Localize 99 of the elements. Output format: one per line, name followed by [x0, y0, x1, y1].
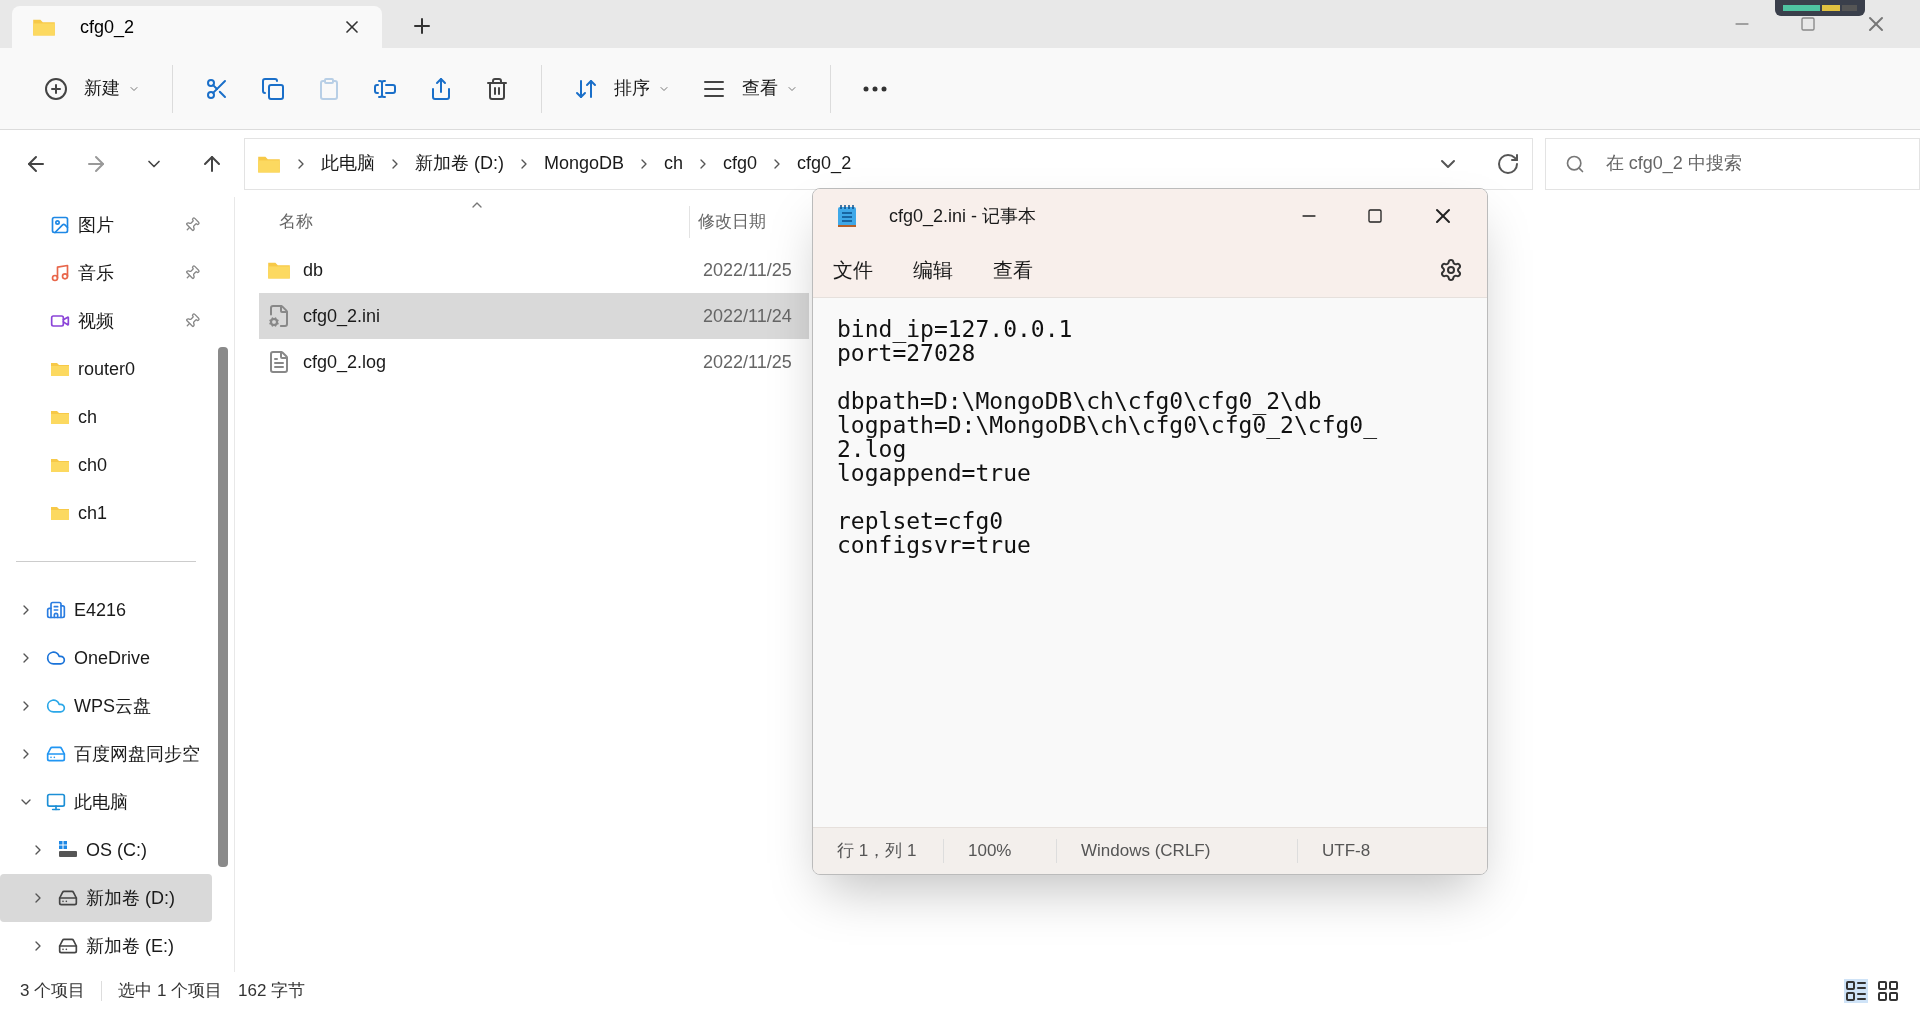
settings-icon[interactable] — [1439, 258, 1463, 282]
toolbar-button[interactable]: 查看 — [686, 64, 814, 113]
search-field[interactable]: 在 cfg0_2 中搜索 — [1544, 137, 1920, 190]
details-view-icon[interactable] — [1844, 979, 1868, 1003]
text-line: dbpath=D:\MongoDB\ch\cfg0\cfg0_2\db — [837, 389, 1323, 413]
tree-item[interactable]: 新加卷 (E:) — [0, 922, 212, 970]
notepad-icon — [837, 204, 857, 228]
column-header[interactable]: 修改日期 — [698, 209, 766, 235]
tree-item-label: 新加卷 (D:) — [86, 886, 175, 910]
status-text: 162 字节 — [238, 980, 306, 1003]
tree-item-label: 此电脑 — [74, 790, 128, 814]
file-row[interactable]: db 2022/11/25 — [259, 247, 809, 293]
tab-title: cfg0_2 — [80, 15, 136, 40]
breadcrumb-item[interactable]: 此电脑 — [321, 150, 375, 177]
file-name: db — [303, 258, 325, 282]
search-icon — [1564, 153, 1585, 174]
tree-item-label: OS (C:) — [86, 838, 147, 862]
text-file-icon — [267, 350, 291, 374]
quick-access-item[interactable]: ch0 — [0, 441, 212, 489]
tree-item[interactable]: E4216 — [0, 586, 212, 634]
column-header[interactable]: 名称 — [279, 209, 689, 235]
more-icon — [863, 85, 887, 92]
meter-widget-icon — [1775, 0, 1865, 16]
file-row[interactable]: cfg0_2.ini 2022/11/24 — [259, 293, 809, 339]
quick-access-label: 音乐 — [78, 261, 115, 285]
drive-icon — [46, 744, 66, 764]
quick-access-label: ch — [78, 405, 98, 429]
tree-item-label: WPS云盘 — [74, 694, 151, 718]
quick-access-item[interactable]: ch — [0, 393, 212, 441]
quick-access-label: router0 — [78, 357, 137, 381]
tree-item[interactable]: OS (C:) — [0, 826, 212, 874]
file-date: 2022/11/24 — [703, 304, 792, 328]
config-file-icon — [267, 304, 291, 328]
quick-access-item[interactable]: router0 — [0, 345, 212, 393]
status-text: 100% — [967, 840, 1013, 863]
text-line: port=27028 — [837, 341, 976, 365]
quick-access-item[interactable]: 音乐 — [0, 249, 212, 297]
drive-icon — [58, 936, 78, 956]
cloud-icon — [46, 648, 66, 668]
quick-access-label: 视频 — [78, 309, 115, 333]
folder-icon — [32, 17, 56, 37]
toolbar-button[interactable]: 新建 — [28, 64, 156, 113]
menu-item[interactable]: 编辑 — [913, 255, 953, 285]
toolbar-button[interactable]: 排序 — [558, 64, 686, 113]
quick-access-label: ch0 — [78, 453, 109, 477]
file-name: cfg0_2.ini — [303, 304, 382, 329]
folder-tab[interactable]: cfg0_2 — [12, 6, 382, 48]
text-line: configsvr=true — [837, 533, 1032, 557]
breadcrumb-item[interactable]: 新加卷 (D:) — [415, 150, 504, 177]
status-text: Windows (CRLF) — [1080, 840, 1212, 863]
music-icon — [50, 263, 70, 283]
tree-item[interactable]: WPS云盘 — [0, 682, 212, 730]
status-text: 3 个项目 — [20, 980, 86, 1003]
file-name: cfg0_2.log — [303, 350, 388, 375]
breadcrumb-item[interactable]: cfg0 — [723, 150, 758, 177]
cloud-icon — [46, 696, 66, 716]
tree-item-label: OneDrive — [74, 646, 151, 670]
maximize-icon[interactable] — [1367, 208, 1383, 224]
building-icon — [46, 600, 66, 620]
text-line: bind_ip=127.0.0.1 — [837, 317, 1074, 341]
tree-item[interactable]: 新加卷 (D:) — [0, 874, 212, 922]
tree-item-label: 新加卷 (E:) — [86, 934, 174, 958]
share-icon — [429, 76, 453, 101]
tiles-view-icon[interactable] — [1876, 979, 1900, 1003]
scissors-icon — [205, 76, 229, 101]
quick-access-item[interactable]: 图片 — [0, 201, 212, 249]
status-text: UTF-8 — [1321, 840, 1372, 863]
file-date: 2022/11/25 — [703, 258, 792, 282]
breadcrumb-item[interactable]: cfg0_2 — [797, 150, 852, 177]
tree-item[interactable]: OneDrive — [0, 634, 212, 682]
quick-access-item[interactable]: ch1 — [0, 489, 212, 537]
refresh-icon[interactable] — [1495, 151, 1520, 176]
status-text: 选中 1 个项目 — [118, 980, 223, 1003]
file-row[interactable]: cfg0_2.log 2022/11/25 — [259, 339, 809, 385]
tree-item-label: 百度网盘同步空 — [74, 742, 200, 766]
tree-item[interactable]: 百度网盘同步空 — [0, 730, 212, 778]
system-drive-icon — [58, 840, 78, 860]
picture-icon — [50, 215, 70, 235]
menu-item[interactable]: 文件 — [833, 255, 873, 285]
file-date: 2022/11/25 — [703, 350, 792, 374]
quick-access-label: 图片 — [78, 213, 115, 237]
text-line: logappend=true — [837, 461, 1032, 485]
new-icon — [44, 76, 68, 101]
quick-access-item[interactable]: 视频 — [0, 297, 212, 345]
tree-item[interactable]: 此电脑 — [0, 778, 212, 826]
trash-icon — [485, 76, 509, 101]
breadcrumb-item[interactable]: MongoDB — [544, 150, 625, 177]
scrollbar-thumb[interactable] — [218, 347, 228, 867]
drive-icon — [58, 888, 78, 908]
status-text: 行 1，列 1 — [836, 840, 918, 863]
window-title: cfg0_2.ini - 记事本 — [889, 204, 1038, 229]
breadcrumb-item[interactable]: ch — [664, 150, 684, 177]
folder-icon — [267, 260, 291, 280]
quick-access-label: ch1 — [78, 501, 109, 525]
tree-item-label: E4216 — [74, 598, 127, 622]
copy-icon — [261, 76, 285, 101]
clipboard-icon — [317, 76, 341, 101]
menu-item[interactable]: 查看 — [993, 255, 1033, 285]
monitor-icon — [46, 792, 66, 812]
